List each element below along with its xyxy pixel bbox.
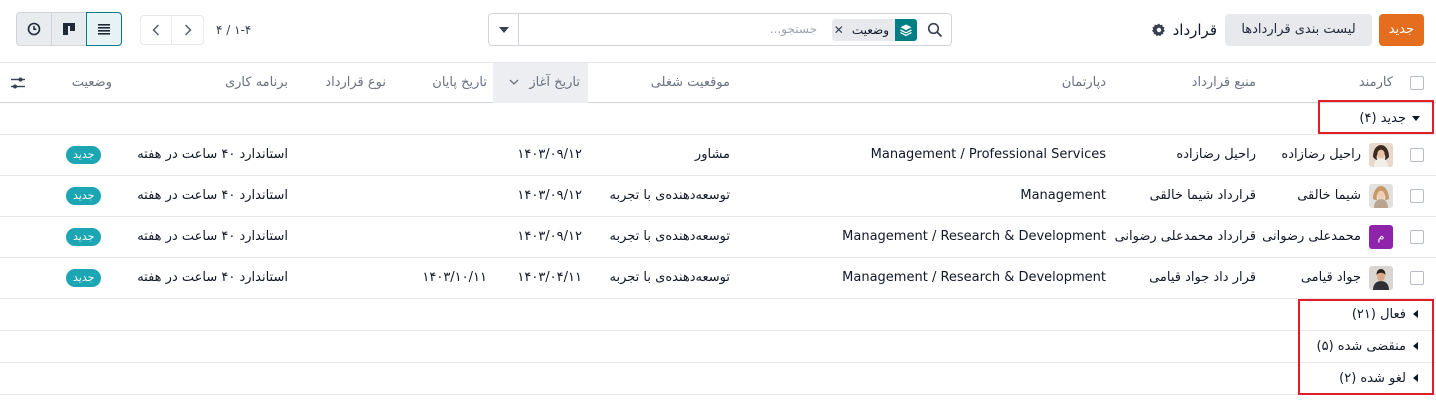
pager-value[interactable]: ۱-۴ / ۴ bbox=[216, 23, 251, 37]
cell-department: Management / Research & Development bbox=[842, 270, 1106, 285]
row-checkbox[interactable] bbox=[1410, 230, 1424, 244]
breadcrumb: قرارداد bbox=[1151, 14, 1217, 46]
kanban-icon bbox=[63, 23, 75, 35]
table-row[interactable]: راحیل رضازاده راحیل رضازاده Management /… bbox=[0, 135, 1436, 176]
list-icon bbox=[98, 24, 110, 35]
optional-columns-icon[interactable] bbox=[10, 76, 26, 94]
cell-start-date: ۱۴۰۳/۰۹/۱۲ bbox=[517, 188, 582, 203]
column-contract-type[interactable]: نوع قرارداد bbox=[325, 63, 386, 103]
start-date-label: تاریخ آغاز bbox=[529, 75, 580, 90]
pager-next-button[interactable] bbox=[172, 15, 204, 45]
search-icon[interactable] bbox=[927, 22, 943, 38]
status-badge: جدید bbox=[66, 269, 102, 287]
activity-view-button[interactable] bbox=[16, 12, 52, 46]
cell-job-position: توسعه‌دهنده‌ی با تجربه bbox=[609, 188, 730, 203]
group-row-new[interactable]: جدید (۴) bbox=[0, 103, 1436, 135]
cell-schedule: استاندارد ۴۰ ساعت در هفته bbox=[137, 229, 288, 244]
cell-start-date: ۱۴۰۳/۰۹/۱۲ bbox=[517, 229, 582, 244]
gear-icon[interactable] bbox=[1151, 23, 1166, 37]
cell-end-date: ۱۴۰۳/۱۰/۱۱ bbox=[422, 270, 487, 285]
clock-icon bbox=[27, 22, 41, 36]
group-row-expired[interactable]: منقضی شده (۵) bbox=[0, 331, 1436, 363]
avatar bbox=[1369, 184, 1393, 208]
chevron-right-icon bbox=[184, 24, 191, 36]
layers-icon bbox=[895, 19, 917, 41]
highlight-box-new-group bbox=[1318, 100, 1434, 134]
column-end-date[interactable]: تاریخ پایان bbox=[432, 63, 487, 103]
view-switcher bbox=[16, 12, 122, 46]
column-department[interactable]: دپارتمان bbox=[1062, 63, 1106, 103]
close-icon[interactable]: ✕ bbox=[832, 19, 846, 41]
pager-previous-button[interactable] bbox=[140, 15, 172, 45]
search-bar: وضعیت ✕ جستجو... bbox=[488, 13, 952, 46]
cell-job-position: مشاور bbox=[694, 147, 730, 162]
kanban-view-button[interactable] bbox=[51, 12, 87, 46]
status-badge: جدید bbox=[66, 228, 102, 246]
list-header: کارمند منبع قرارداد دپارتمان موقعیت شغلی… bbox=[0, 62, 1436, 103]
status-badge: جدید bbox=[66, 146, 102, 164]
cell-job-position: توسعه‌دهنده‌ی با تجربه bbox=[609, 270, 730, 285]
avatar bbox=[1369, 143, 1393, 167]
column-contract-ref[interactable]: منبع قرارداد bbox=[1192, 63, 1256, 103]
cell-contract-ref: قرارداد محمدعلی رضوانی bbox=[1114, 229, 1256, 244]
cell-schedule: استاندارد ۴۰ ساعت در هفته bbox=[137, 188, 288, 203]
new-button[interactable]: جدید bbox=[1378, 14, 1424, 46]
facet-label: وضعیت bbox=[851, 23, 889, 37]
page-title[interactable]: قرارداد bbox=[1173, 21, 1217, 39]
cell-schedule: استاندارد ۴۰ ساعت در هفته bbox=[137, 147, 288, 162]
column-job-position[interactable]: موقعیت شغلی bbox=[651, 63, 730, 103]
cell-employee: شیما خالقی bbox=[1297, 188, 1361, 203]
cell-department: Management / Professional Services bbox=[870, 147, 1106, 162]
group-row-running[interactable]: فعال (۲۱) bbox=[0, 299, 1436, 331]
cell-department: Management bbox=[1020, 188, 1106, 203]
contracts-list: کارمند منبع قرارداد دپارتمان موقعیت شغلی… bbox=[0, 62, 1436, 395]
cell-contract-ref: قرارداد شیما خالقی bbox=[1149, 188, 1256, 203]
chevron-left-icon bbox=[152, 24, 159, 36]
list-view-button[interactable] bbox=[86, 12, 122, 46]
sort-desc-icon bbox=[509, 79, 519, 85]
avatar bbox=[1369, 266, 1393, 290]
control-panel: جدید لیست بندی قراردادها قرارداد وضعیت ✕… bbox=[0, 0, 1436, 62]
table-row[interactable]: م محمدعلی رضوانی قرارداد محمدعلی رضوانی … bbox=[0, 217, 1436, 258]
cell-contract-ref: راحیل رضازاده bbox=[1176, 147, 1256, 162]
column-start-date[interactable]: تاریخ آغاز bbox=[493, 63, 588, 103]
select-all-checkbox[interactable] bbox=[1410, 76, 1424, 90]
table-row[interactable]: شیما خالقی قرارداد شیما خالقی Management… bbox=[0, 176, 1436, 217]
column-status[interactable]: وضعیت bbox=[72, 63, 112, 103]
column-schedule[interactable]: برنامه کاری bbox=[225, 63, 288, 103]
cell-schedule: استاندارد ۴۰ ساعت در هفته bbox=[137, 270, 288, 285]
column-employee[interactable]: کارمند bbox=[1359, 63, 1393, 103]
cell-contract-ref: قرار داد جواد قیامی bbox=[1149, 270, 1256, 285]
cell-employee: راحیل رضازاده bbox=[1281, 147, 1361, 162]
cell-employee: جواد قیامی bbox=[1300, 270, 1361, 285]
row-checkbox[interactable] bbox=[1410, 271, 1424, 285]
cell-department: Management / Research & Development bbox=[842, 229, 1106, 244]
search-facet: وضعیت ✕ bbox=[831, 19, 917, 41]
highlight-box-collapsed-groups bbox=[1298, 299, 1434, 395]
group-row-cancelled[interactable]: لغو شده (۲) bbox=[0, 363, 1436, 395]
search-input[interactable]: جستجو... bbox=[770, 14, 817, 45]
row-checkbox[interactable] bbox=[1410, 148, 1424, 162]
status-badge: جدید bbox=[66, 187, 102, 205]
cell-start-date: ۱۴۰۳/۰۴/۱۱ bbox=[517, 270, 582, 285]
cell-employee: محمدعلی رضوانی bbox=[1262, 229, 1361, 244]
avatar: م bbox=[1369, 225, 1393, 249]
list-contracts-button[interactable]: لیست بندی قراردادها bbox=[1225, 14, 1372, 46]
chevron-down-icon bbox=[498, 26, 509, 33]
cell-start-date: ۱۴۰۳/۰۹/۱۲ bbox=[517, 147, 582, 162]
table-row[interactable]: جواد قیامی قرار داد جواد قیامی Managemen… bbox=[0, 258, 1436, 299]
pager: ۱-۴ / ۴ bbox=[140, 15, 251, 45]
row-checkbox[interactable] bbox=[1410, 189, 1424, 203]
search-options-toggle[interactable] bbox=[489, 14, 519, 45]
cell-job-position: توسعه‌دهنده‌ی با تجربه bbox=[609, 229, 730, 244]
